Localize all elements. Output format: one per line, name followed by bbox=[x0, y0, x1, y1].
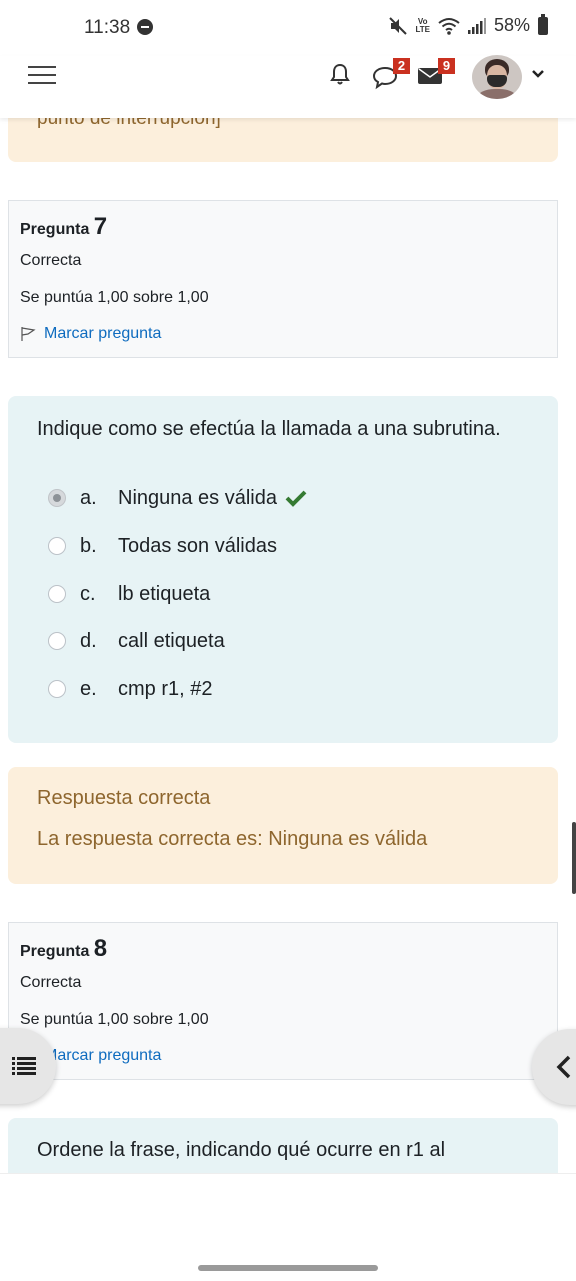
question-grade: Se puntúa 1,00 sobre 1,00 bbox=[20, 289, 209, 306]
volte-line2: LTE bbox=[415, 24, 430, 34]
option-text: cmp r1, #2 bbox=[118, 677, 213, 700]
mail-button[interactable]: 9 bbox=[418, 58, 458, 88]
radio-button[interactable] bbox=[48, 489, 66, 507]
feedback-title: Respuesta correcta bbox=[37, 787, 211, 809]
question-title: Pregunta 8 bbox=[20, 935, 107, 963]
chevron-left-icon bbox=[556, 1055, 571, 1079]
question-outcome: Respuesta correcta La respuesta correcta… bbox=[8, 767, 558, 884]
question-text: Indique como se efectúa la llamada a una… bbox=[37, 418, 501, 440]
messages-badge: 2 bbox=[393, 58, 410, 74]
question-text: Ordene la frase, indicando qué ocurre en… bbox=[37, 1139, 446, 1161]
question-info: Pregunta 7 Correcta Se puntúa 1,00 sobre… bbox=[8, 200, 558, 358]
radio-button[interactable] bbox=[48, 632, 66, 650]
option-letter: d. bbox=[80, 629, 97, 652]
mail-badge: 9 bbox=[438, 58, 455, 74]
question-label: Pregunta bbox=[20, 221, 90, 238]
top-navbar: 2 9 bbox=[0, 55, 576, 118]
option-letter: b. bbox=[80, 534, 97, 557]
correct-answer-text: La respuesta correcta es: Ninguna es vál… bbox=[37, 828, 428, 850]
mute-icon bbox=[389, 16, 408, 35]
radio-button[interactable] bbox=[48, 585, 66, 603]
status-time: 11:38 bbox=[84, 17, 131, 38]
question-formulation: Indique como se efectúa la llamada a una… bbox=[8, 396, 558, 743]
option-text: lb etiqueta bbox=[118, 582, 211, 605]
question-grade: Se puntúa 1,00 sobre 1,00 bbox=[20, 1011, 209, 1028]
scrollbar-thumb[interactable] bbox=[572, 822, 576, 894]
home-gesture-bar[interactable] bbox=[198, 1265, 378, 1271]
option-text: call etiqueta bbox=[118, 629, 225, 652]
wifi-icon bbox=[438, 17, 460, 35]
answer-option[interactable]: d. call etiqueta bbox=[48, 626, 225, 656]
signal-icon bbox=[467, 17, 486, 34]
question-info: Pregunta 8 Correcta Se puntúa 1,00 sobre… bbox=[8, 922, 558, 1080]
answer-option[interactable]: c. lb etiqueta bbox=[48, 579, 210, 609]
menu-icon[interactable] bbox=[28, 62, 58, 86]
radio-button[interactable] bbox=[48, 537, 66, 555]
option-text: Ninguna es válida bbox=[118, 486, 277, 509]
answer-option[interactable]: b. Todas son válidas bbox=[48, 531, 277, 561]
flag-question-link[interactable]: Marcar pregunta bbox=[20, 325, 161, 343]
messages-button[interactable]: 2 bbox=[372, 58, 412, 90]
question-number: 7 bbox=[93, 213, 108, 240]
option-letter: c. bbox=[80, 582, 96, 605]
flag-icon bbox=[21, 326, 36, 341]
radio-button[interactable] bbox=[48, 680, 66, 698]
question-label: Pregunta bbox=[20, 943, 90, 960]
answer-option[interactable]: e. cmp r1, #2 bbox=[48, 674, 212, 704]
previous-question-feedback: punto de interrupción] bbox=[8, 118, 558, 162]
question-state: Correcta bbox=[20, 974, 82, 991]
option-letter: a. bbox=[80, 486, 97, 509]
volte-icon: Vo LTE bbox=[415, 17, 430, 34]
question-state: Correcta bbox=[20, 252, 82, 269]
status-icons: Vo LTE 58% bbox=[389, 13, 548, 36]
avatar[interactable] bbox=[472, 55, 522, 99]
do-not-disturb-icon bbox=[137, 19, 153, 35]
question-number: 8 bbox=[93, 935, 108, 962]
question-formulation: Ordene la frase, indicando qué ocurre en… bbox=[8, 1118, 558, 1173]
bell-icon[interactable] bbox=[328, 62, 352, 86]
correct-check-icon bbox=[285, 490, 307, 507]
status-bar: 11:38 Vo LTE 58% bbox=[0, 0, 576, 56]
list-icon bbox=[12, 1057, 36, 1075]
battery-icon bbox=[538, 13, 548, 35]
chevron-down-icon[interactable] bbox=[531, 69, 545, 79]
option-text: Todas son válidas bbox=[118, 534, 277, 557]
flag-question-label: Marcar pregunta bbox=[44, 1047, 162, 1064]
question-title: Pregunta 7 bbox=[20, 213, 107, 241]
previous-feedback-text: punto de interrupción] bbox=[37, 118, 221, 129]
answer-option[interactable]: a. Ninguna es válida bbox=[48, 483, 307, 513]
battery-text: 58% bbox=[493, 15, 530, 35]
quiz-review-content: punto de interrupción] Pregunta 7 Correc… bbox=[0, 118, 576, 1173]
flag-question-label: Marcar pregunta bbox=[44, 325, 162, 342]
option-letter: e. bbox=[80, 677, 97, 700]
